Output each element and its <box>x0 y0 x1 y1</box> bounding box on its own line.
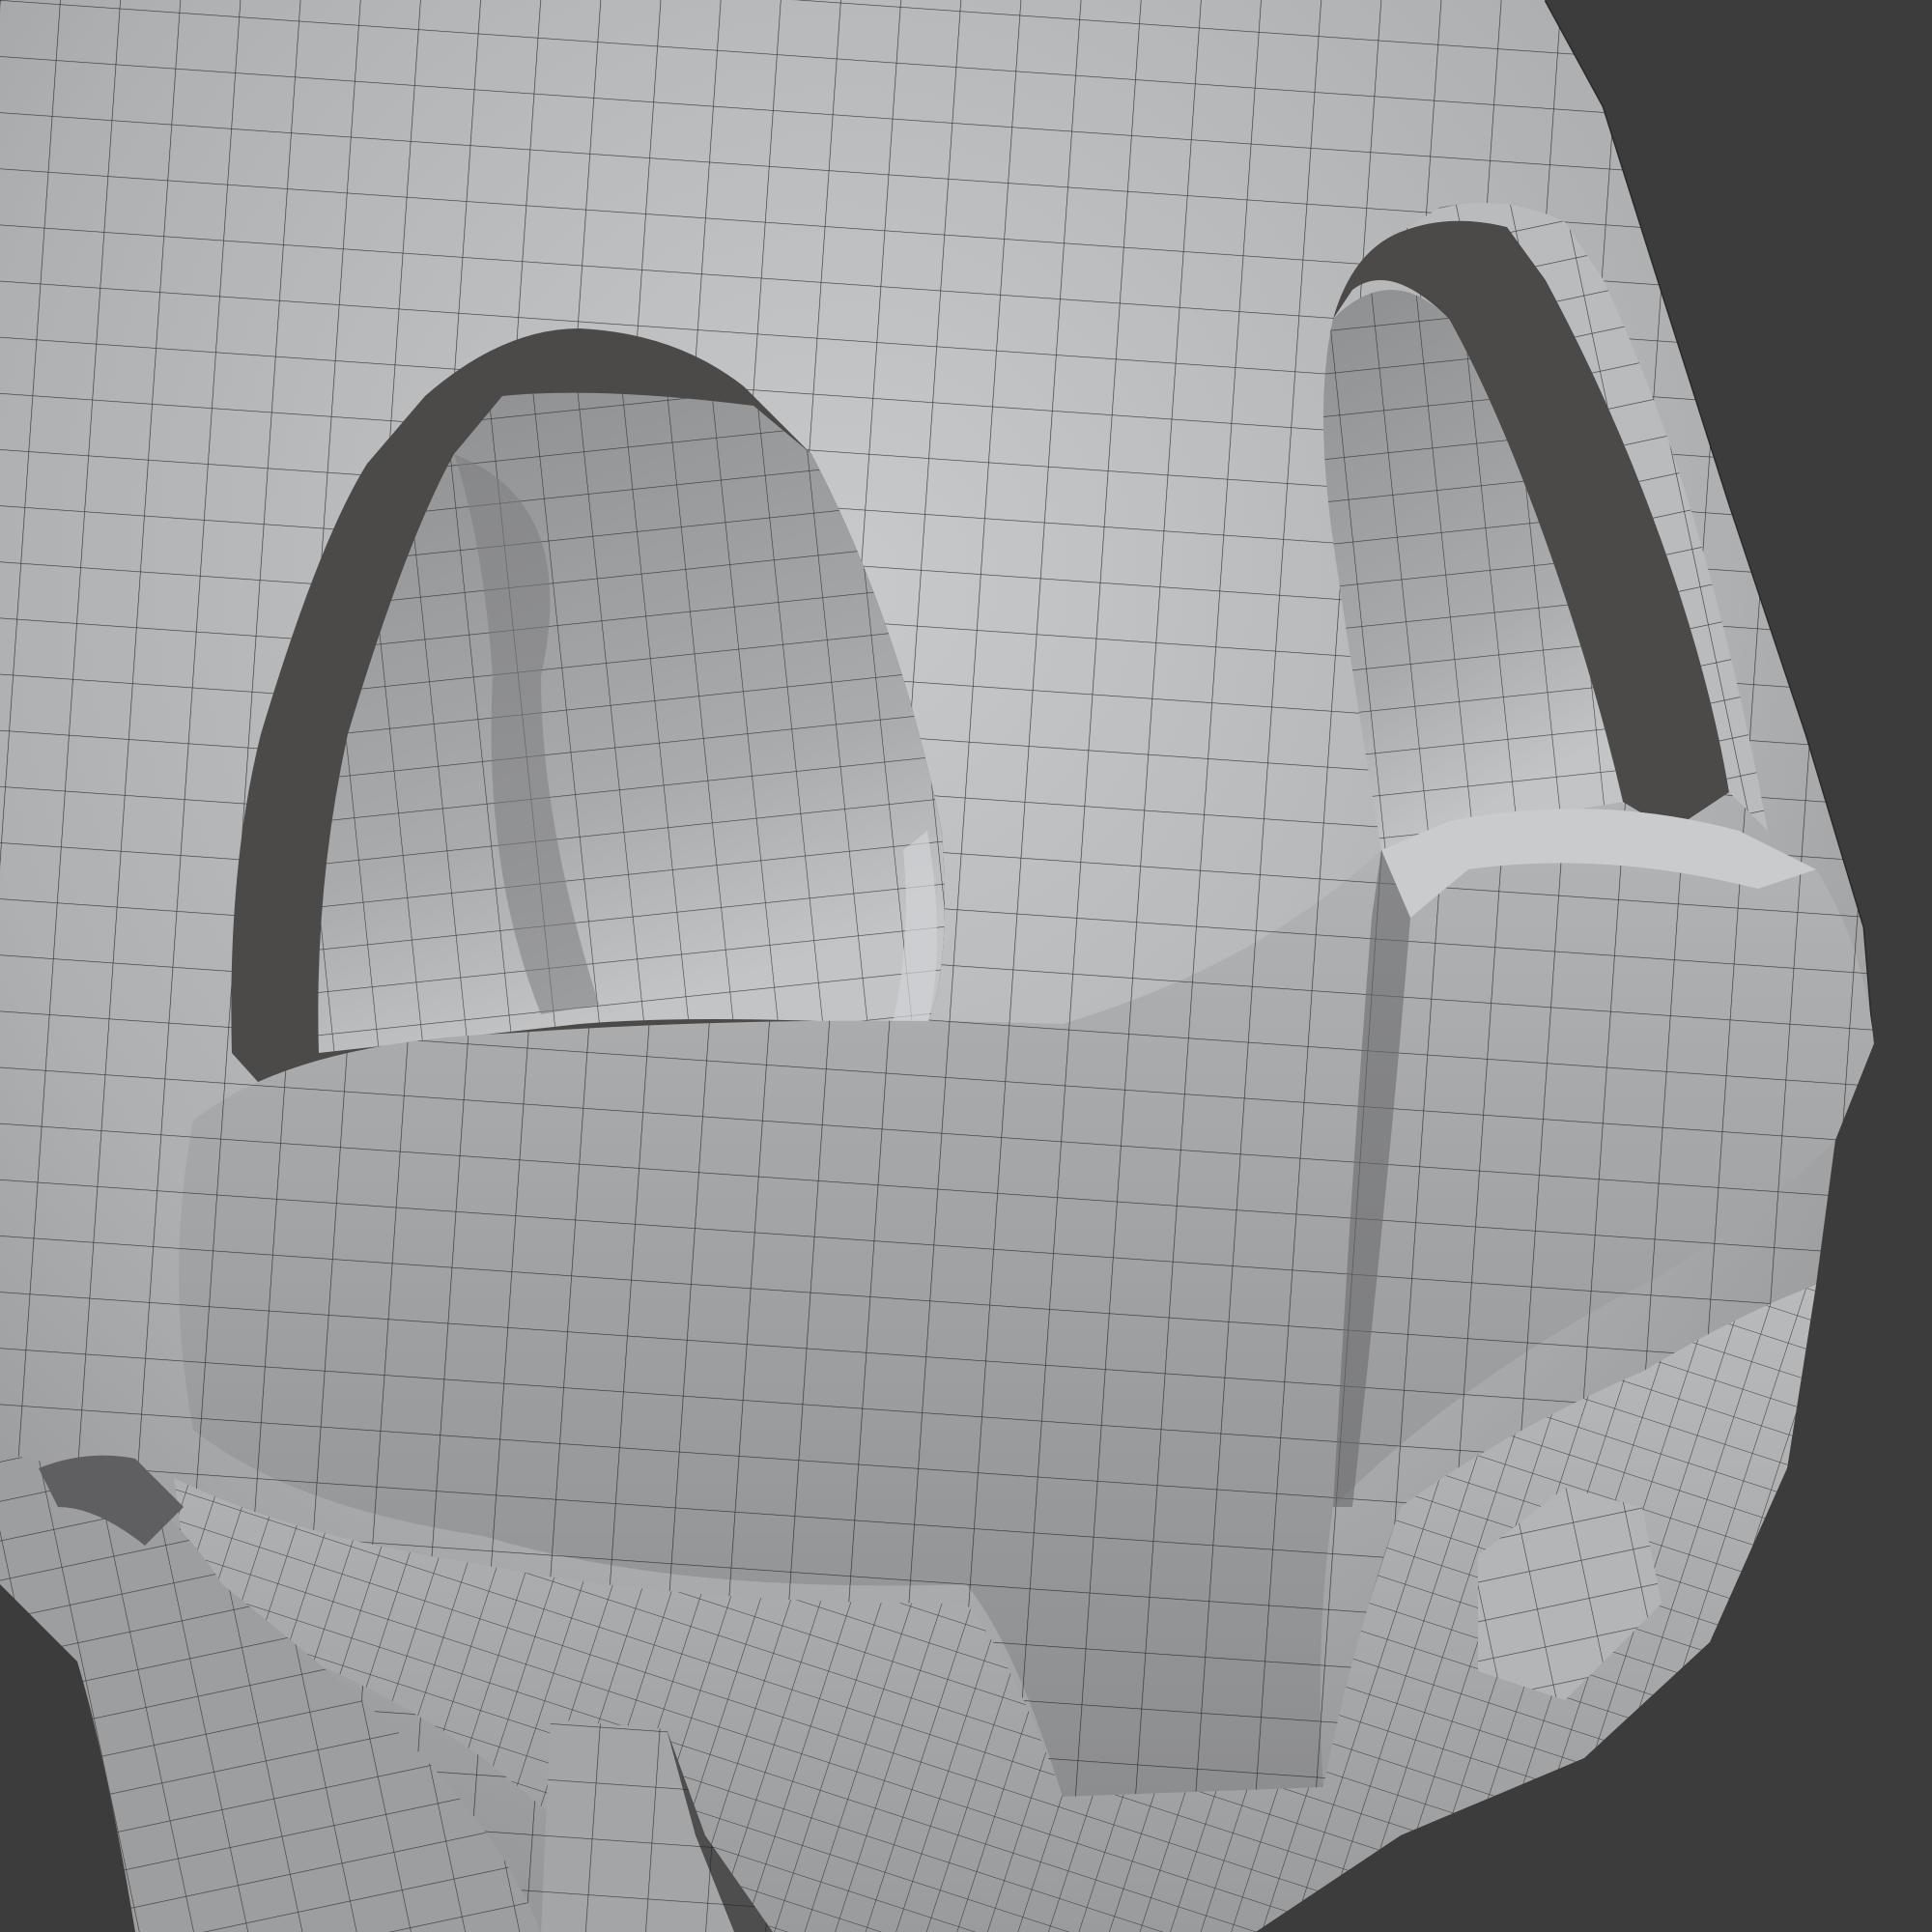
3d-viewport[interactable] <box>0 0 1932 1932</box>
viewport-render <box>0 0 1932 1932</box>
